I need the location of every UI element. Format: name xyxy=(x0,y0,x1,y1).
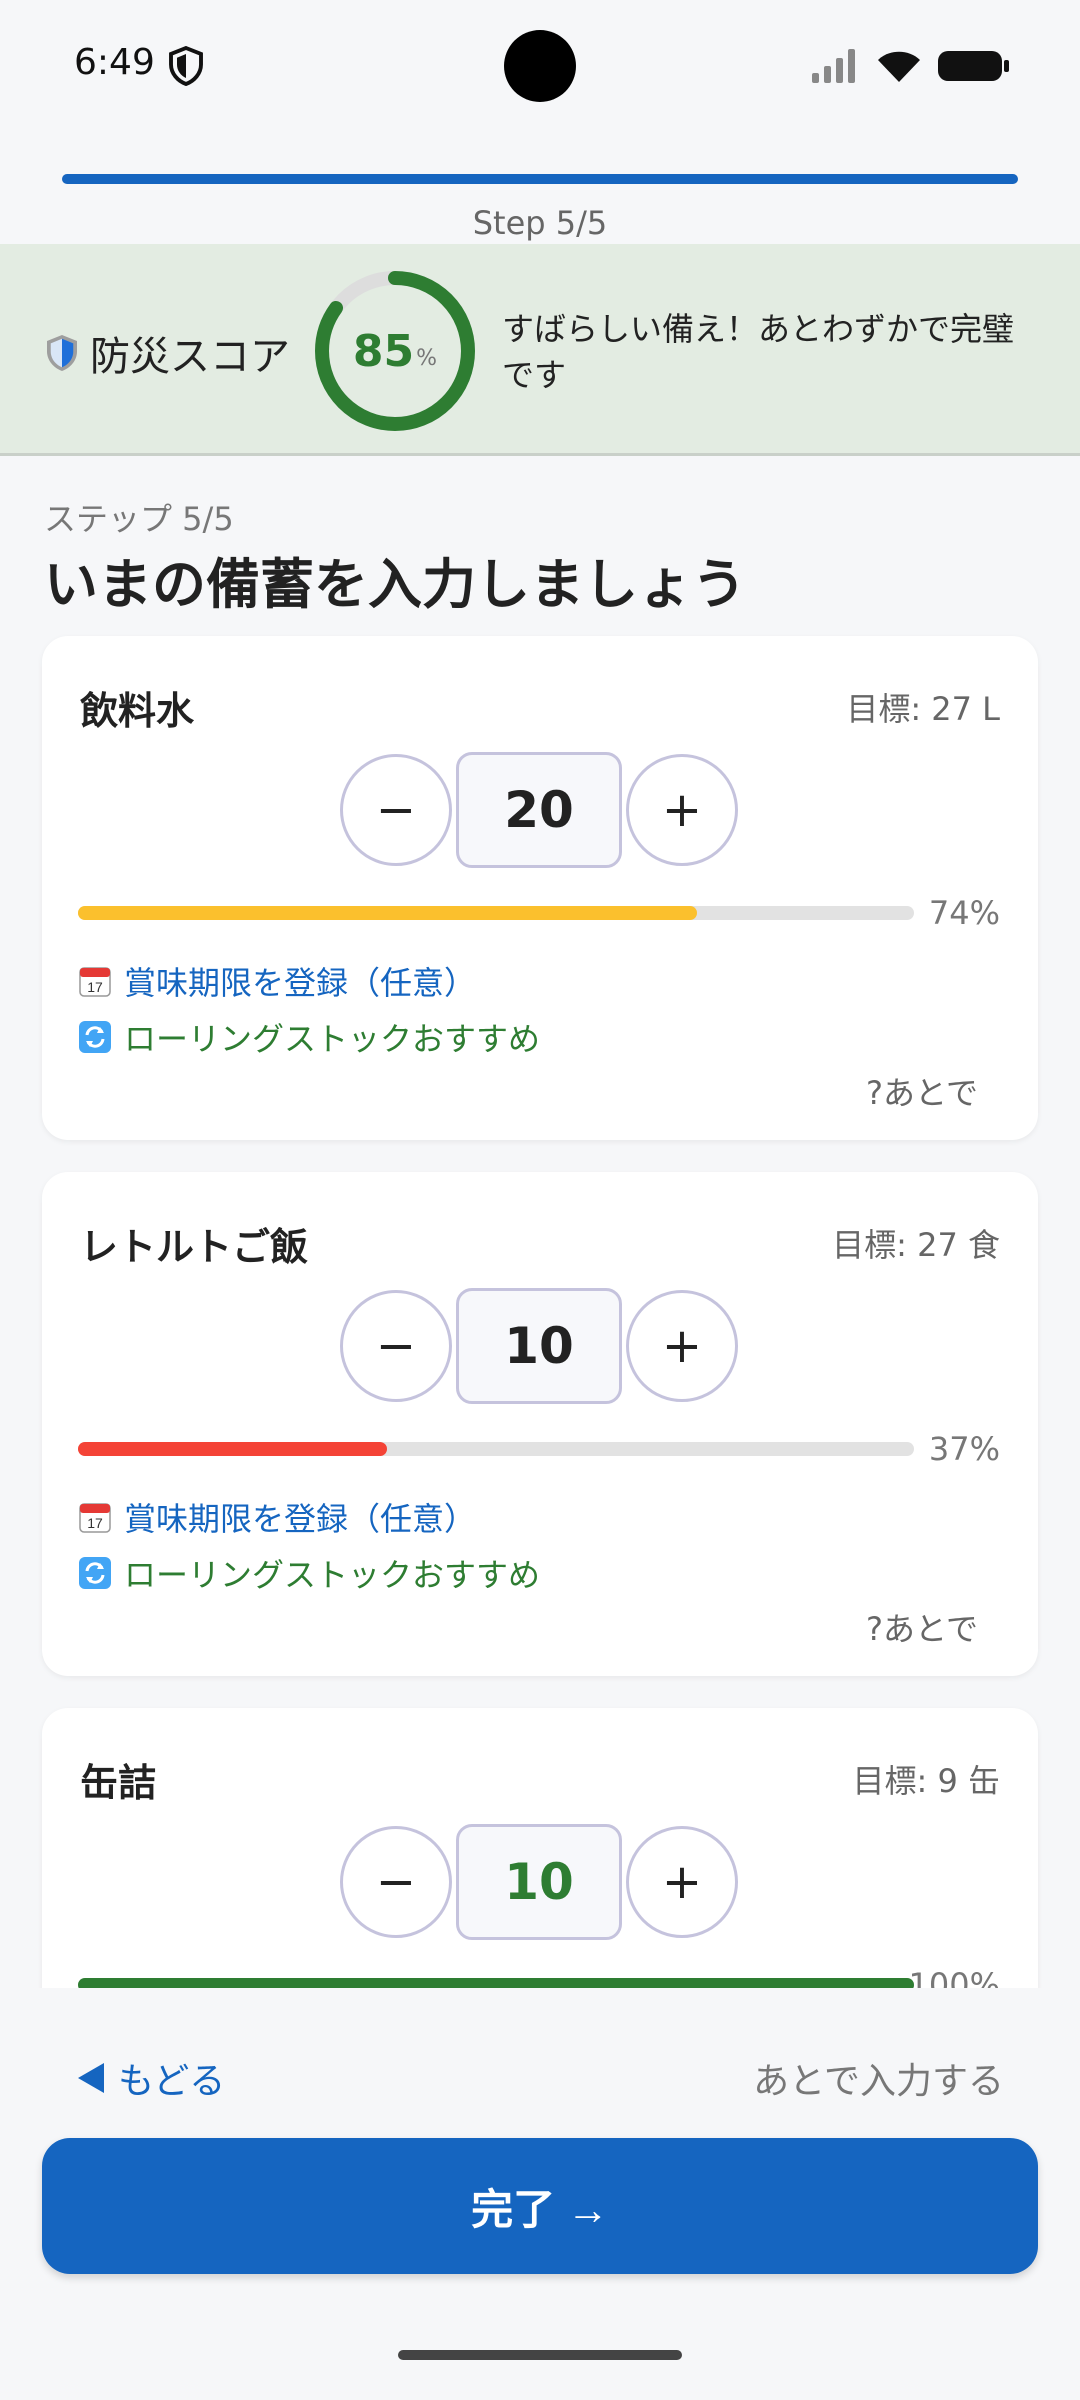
score-number: 85 xyxy=(352,325,415,377)
item-progress-bar xyxy=(78,1442,914,1456)
score-label-text: 防災スコア xyxy=(90,334,290,380)
quantity-input[interactable]: 20 xyxy=(456,752,622,868)
expiry-link[interactable]: 17 賞味期限を登録（任意） xyxy=(78,1494,476,1540)
enter-later-button[interactable]: あとで入力する xyxy=(753,2052,1004,2104)
increment-button[interactable]: + xyxy=(626,1826,738,1938)
item-percent: 37% xyxy=(928,1430,1000,1468)
page-title: いまの備蓄を入力しましょう xyxy=(44,553,746,616)
stock-card-retort-rice: レトルトご飯 目標: 27 食 − 10 + 37% 17 賞味期限を登録（任意… xyxy=(42,1172,1038,1676)
expiry-link[interactable]: 17 賞味期限を登録（任意） xyxy=(78,958,476,1004)
rolling-stock-link[interactable]: ローリングストックおすすめ xyxy=(78,1014,540,1060)
item-target: 目標: 9 缶 xyxy=(852,1762,1001,1800)
status-time: 6:49 xyxy=(74,42,155,83)
back-button-label: もどる xyxy=(118,2061,226,2102)
expiry-link-label: 賞味期限を登録（任意） xyxy=(124,964,477,1002)
svg-text:17: 17 xyxy=(87,1515,103,1531)
refresh-icon xyxy=(79,1557,111,1589)
refresh-icon xyxy=(79,1021,111,1053)
done-button[interactable]: 完了 → xyxy=(42,2138,1038,2274)
item-progress-fill xyxy=(78,1442,388,1456)
item-name: 缶詰 xyxy=(80,1761,157,1805)
item-progress-bar xyxy=(78,906,914,920)
expiry-link-label: 賞味期限を登録（任意） xyxy=(124,1500,477,1538)
calendar-icon: 17 xyxy=(79,1503,111,1533)
wizard-progress-fill xyxy=(62,174,1018,184)
item-target: 目標: 27 食 xyxy=(832,1226,1000,1264)
shield-icon xyxy=(47,335,77,371)
home-indicator[interactable] xyxy=(398,2350,682,2360)
item-target: 目標: 27 L xyxy=(846,690,1000,728)
quantity-input[interactable]: 10 xyxy=(456,1288,622,1404)
quantity-input[interactable]: 10 xyxy=(456,1824,622,1940)
item-percent: 100% xyxy=(908,1966,1000,1988)
system-icons xyxy=(812,46,1010,86)
later-link[interactable]: ?あとで xyxy=(866,1604,978,1650)
later-link[interactable]: ?あとで xyxy=(866,1068,978,1114)
item-progress-fill xyxy=(78,906,697,920)
increment-button[interactable]: + xyxy=(626,1290,738,1402)
item-progress-bar xyxy=(78,1978,914,1988)
rolling-stock-link-label: ローリングストックおすすめ xyxy=(124,1020,541,1058)
score-message: すばらしい備え！あとわずかで完璧です xyxy=(502,310,1015,394)
status-bar: 6:49 xyxy=(0,0,1080,130)
wifi-icon xyxy=(878,51,920,82)
battery-icon xyxy=(938,51,1009,81)
stock-item-list[interactable]: 飲料水 目標: 27 L − 20 + 74% 17 賞味期限を登録（任意） ロ… xyxy=(0,630,1080,1988)
section-subtitle: ステップ 5/5 xyxy=(44,500,234,538)
bottom-navigation: もどる あとで入力する 完了 → xyxy=(0,1988,1080,2400)
score-banner: 防災スコア 85 % すばらしい備え！あとわずかで完璧です xyxy=(0,244,1080,456)
stock-card-water: 飲料水 目標: 27 L − 20 + 74% 17 賞味期限を登録（任意） ロ… xyxy=(42,636,1038,1140)
score-label: 防災スコア xyxy=(44,324,290,382)
step-indicator: Step 5/5 xyxy=(472,204,608,242)
wizard-progress-bar xyxy=(62,174,1018,184)
decrement-button[interactable]: − xyxy=(340,1290,452,1402)
quantity-stepper: − 10 + xyxy=(340,1824,740,1940)
quantity-stepper: − 10 + xyxy=(340,1288,740,1404)
back-triangle-icon xyxy=(78,2063,104,2093)
phone-screen: 6:49 Step 5/5 防災スコア 85 % すばらしい備え！あとわずかで完… xyxy=(0,0,1080,2400)
back-button[interactable]: もどる xyxy=(76,2052,225,2104)
front-camera xyxy=(504,30,576,102)
item-percent: 74% xyxy=(928,894,1000,932)
increment-button[interactable]: + xyxy=(626,754,738,866)
rolling-stock-link-label: ローリングストックおすすめ xyxy=(124,1556,541,1594)
shield-status-icon xyxy=(169,46,203,86)
item-name: レトルトご飯 xyxy=(80,1225,309,1269)
svg-text:17: 17 xyxy=(87,979,103,995)
stock-card-canned-food: 缶詰 目標: 9 缶 − 10 + 100% xyxy=(42,1708,1038,1988)
item-progress-fill xyxy=(78,1978,914,1988)
item-name: 飲料水 xyxy=(80,689,195,733)
score-percent-sign: % xyxy=(416,345,438,371)
signal-icon xyxy=(812,49,855,83)
quantity-stepper: − 20 + xyxy=(340,752,740,868)
decrement-button[interactable]: − xyxy=(340,754,452,866)
rolling-stock-link[interactable]: ローリングストックおすすめ xyxy=(78,1550,540,1596)
calendar-icon: 17 xyxy=(79,967,111,997)
score-value: 85 % xyxy=(312,268,478,434)
decrement-button[interactable]: − xyxy=(340,1826,452,1938)
